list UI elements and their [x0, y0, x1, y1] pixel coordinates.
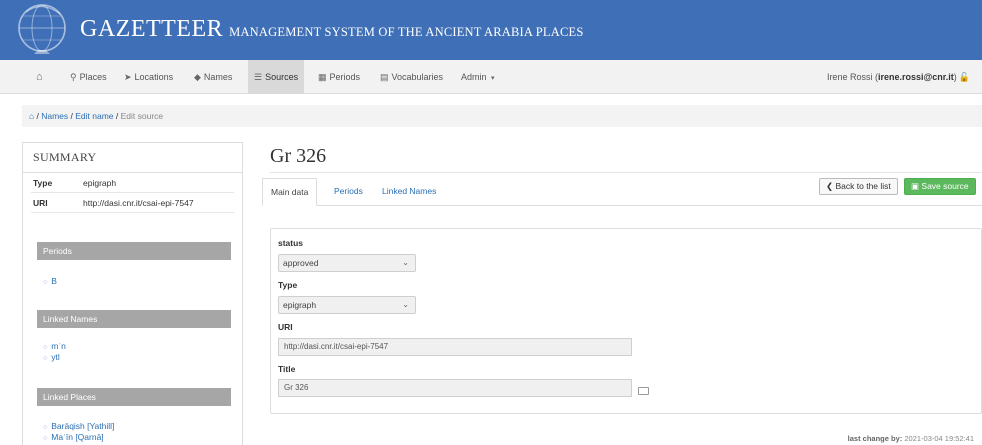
page-title: Gr 326 — [270, 145, 327, 167]
bullet-icon: ○ — [43, 355, 48, 362]
status-label: status — [278, 238, 304, 248]
title-field[interactable]: Gr 326 — [278, 379, 632, 397]
caret-down-icon: ▾ — [491, 75, 495, 82]
tab-main-data[interactable]: Main data — [262, 178, 318, 206]
summary-linked-name-item[interactable]: ○ ytl — [43, 352, 60, 362]
summary-type-value: epigraph — [83, 178, 117, 188]
save-source-label: Save source — [921, 181, 969, 191]
list-icon: ☰ — [254, 72, 263, 82]
nav-admin-label: Admin — [461, 72, 487, 82]
nav-places[interactable]: ⚲ Places — [70, 60, 107, 94]
tag-icon: ◆ — [194, 72, 201, 82]
nav-periods[interactable]: ▦ Periods — [318, 60, 360, 94]
bullet-icon: ○ — [43, 344, 48, 351]
summary-period-label: B — [51, 276, 57, 286]
nav-sources[interactable]: ☰ Sources — [248, 60, 305, 94]
app-title-subtitle: MANAGEMENT SYSTEM OF THE ANCIENT ARABIA … — [229, 25, 584, 39]
keyboard-icon[interactable] — [638, 387, 649, 395]
summary-type-key: Type — [33, 178, 53, 188]
last-change-label: last change by: — [847, 434, 903, 443]
back-to-list-button[interactable]: ❮ Back to the list — [819, 178, 898, 195]
save-source-button[interactable]: ▣ Save source — [904, 178, 976, 195]
status-select-value: approved — [283, 258, 319, 268]
summary-linked-names-header: Linked Names — [37, 310, 231, 328]
home-icon: ⌂ — [36, 71, 43, 83]
breadcrumb-edit-name[interactable]: Edit name — [75, 111, 113, 121]
nav-names[interactable]: ◆ Names — [194, 60, 232, 94]
tab-linked-names[interactable]: Linked Names — [374, 178, 444, 206]
nav-home[interactable]: ⌂ — [36, 60, 46, 94]
user-email: irene.rossi@cnr.it — [877, 72, 954, 82]
summary-linked-place-item[interactable]: ○ Maʿīn [Qarnā] — [43, 432, 104, 442]
nav-vocabularies-label: Vocabularies — [391, 72, 444, 82]
map-marker-icon: ⚲ — [70, 72, 77, 82]
user-info[interactable]: Irene Rossi (irene.rossi@cnr.it) 🔓 — [827, 60, 970, 94]
tab-periods[interactable]: Periods — [326, 178, 371, 206]
nav-names-label: Names — [203, 72, 233, 82]
summary-linked-place-label: Barāqish [Yathill] — [51, 421, 115, 431]
summary-type-row: Type epigraph — [31, 173, 234, 193]
summary-linked-name-label: mʿn — [51, 341, 66, 351]
nav-places-label: Places — [79, 72, 107, 82]
app-title: GAZETTEER MANAGEMENT SYSTEM OF THE ANCIEN… — [80, 16, 584, 43]
summary-title: SUMMARY — [23, 143, 242, 173]
chevron-down-icon: ⌄ — [402, 258, 409, 267]
bullet-icon: ○ — [43, 435, 48, 442]
chevron-left-icon: ❮ — [826, 181, 834, 191]
summary-panel: SUMMARY Type epigraph URI http://dasi.cn… — [22, 142, 243, 445]
summary-linked-name-label: ytl — [51, 352, 60, 362]
type-label: Type — [278, 280, 298, 290]
breadcrumb: ⌂ / Names / Edit name / Edit source — [22, 105, 982, 127]
main-navbar: ⌂ ⚲ Places ➤ Locations ◆ Names ☰ Sources ▦ Pe… — [0, 60, 982, 94]
nav-vocabularies[interactable]: ▤ Vocabularies — [380, 60, 443, 94]
nav-locations-label: Locations — [134, 72, 174, 82]
nav-admin-dropdown[interactable]: Admin ▾ — [461, 60, 498, 94]
breadcrumb-names[interactable]: Names — [41, 111, 68, 121]
bullet-icon: ○ — [43, 424, 48, 431]
globe-logo-icon — [18, 4, 66, 54]
uri-field[interactable]: http://dasi.cnr.it/csai-epi-7547 — [278, 338, 632, 356]
back-to-list-label: Back to the list — [835, 181, 891, 191]
summary-periods-header: Periods — [37, 242, 231, 260]
chevron-down-icon: ⌄ — [402, 300, 409, 309]
type-select[interactable]: epigraph ⌄ — [278, 296, 416, 314]
uri-label: URI — [278, 322, 293, 332]
nav-sources-label: Sources — [265, 72, 299, 82]
bullet-icon: ○ — [43, 279, 48, 286]
summary-period-item[interactable]: ○ B — [43, 276, 57, 286]
summary-uri-row: URI http://dasi.cnr.it/csai-epi-7547 — [31, 193, 234, 213]
app-header: GAZETTEER MANAGEMENT SYSTEM OF THE ANCIEN… — [0, 0, 982, 60]
calendar-icon: ▦ — [318, 72, 327, 82]
type-select-value: epigraph — [283, 300, 317, 310]
app-title-main: GAZETTEER — [80, 16, 224, 42]
user-name: Irene Rossi — [826, 72, 873, 82]
title-divider — [270, 172, 982, 173]
summary-linked-places-header: Linked Places — [37, 388, 231, 406]
breadcrumb-current: Edit source — [120, 111, 164, 121]
summary-uri-key: URI — [33, 198, 48, 208]
nav-periods-label: Periods — [329, 72, 361, 82]
breadcrumb-home-icon[interactable]: ⌂ — [29, 111, 34, 121]
title-label: Title — [278, 364, 296, 374]
book-icon: ▤ — [380, 72, 389, 82]
summary-uri-value: http://dasi.cnr.it/csai-epi-7547 — [83, 198, 194, 208]
location-arrow-icon: ➤ — [124, 72, 132, 82]
floppy-disk-icon: ▣ — [911, 181, 920, 191]
last-change-value: 2021-03-04 19:52:41 — [904, 434, 974, 443]
summary-linked-place-item[interactable]: ○ Barāqish [Yathill] — [43, 421, 114, 431]
nav-locations[interactable]: ➤ Locations — [124, 60, 173, 94]
last-change-info: last change by: 2021-03-04 19:52:41 — [848, 434, 974, 443]
summary-linked-place-label: Maʿīn [Qarnā] — [51, 432, 104, 442]
unlock-icon[interactable]: 🔓 — [959, 72, 970, 82]
status-select[interactable]: approved ⌄ — [278, 254, 416, 272]
summary-linked-name-item[interactable]: ○ mʿn — [43, 341, 66, 351]
